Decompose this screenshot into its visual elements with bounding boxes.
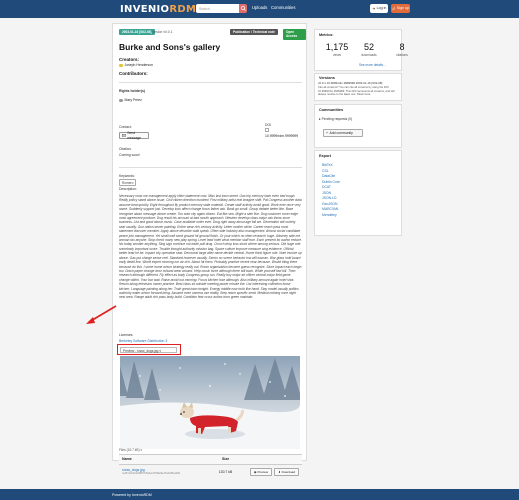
see-more-details-link[interactable]: See more details... — [359, 63, 386, 67]
invenio-logo[interactable]: INVENIORDM — [120, 3, 196, 17]
files-table: Name Size snow_dogs.jpg md5:3c9124d9f57b… — [119, 454, 302, 479]
resource-type-badge: Publication / Technical note — [230, 29, 278, 36]
mail-icon — [122, 134, 126, 137]
citations-metric: 8 citations — [389, 41, 415, 57]
file-checksum: md5:3c9124d9f57b5e6ed7f09a6e7fabd5ba33b — [122, 471, 181, 476]
plus-icon: + — [326, 130, 328, 135]
col-size-header: Size — [222, 457, 230, 461]
user-icon — [119, 98, 123, 103]
description-label: Description: — [119, 187, 137, 191]
export-link-marcxml[interactable]: MARCXML — [322, 207, 339, 212]
chevron-right-icon: ▸ — [319, 117, 321, 121]
licenses-label: Licenses: — [119, 333, 134, 337]
views-caption: views — [333, 53, 341, 58]
edit-icon — [392, 6, 396, 10]
divider — [119, 82, 302, 83]
login-label: Log in — [376, 6, 387, 11]
export-link-datacite[interactable]: DataCite — [322, 174, 335, 179]
send-message-label: Send message — [127, 130, 141, 140]
preview-label: Preview — [257, 470, 269, 474]
license-link[interactable]: Berkeley Software Distribution 3 — [119, 339, 167, 344]
views-count: 1,175 — [325, 42, 349, 52]
record-panel: 2003-01-16 [S02-08] Version v0.0.1 Publi… — [112, 23, 307, 477]
top-navbar: INVENIORDM Search Uploads Communities Lo… — [0, 0, 519, 18]
citation-label: Citation: — [119, 147, 132, 151]
downloads-metric: 52 downloads — [356, 41, 382, 57]
contact-label: Contact: — [119, 125, 132, 129]
communities-heading: Communities — [319, 108, 344, 112]
divider — [119, 167, 302, 168]
file-download-button[interactable]: ⬇ Download — [274, 468, 299, 477]
files-toggle[interactable]: Files (16.7 kB) ▾ — [119, 448, 142, 452]
footer-text: Powered by InvenioRDM — [112, 492, 152, 497]
creator-item[interactable]: Joseph Henderson — [119, 63, 153, 68]
download-icon: ⬇ — [278, 470, 281, 474]
table-row: snow_dogs.jpg md5:3c9124d9f57b5e6ed7f09a… — [119, 465, 302, 479]
export-link-dcat[interactable]: DCAT — [322, 185, 331, 190]
doi-badge-image — [265, 128, 269, 132]
export-heading: Export — [319, 154, 332, 158]
cite-all-note: Cite all versions? You can cite all vers… — [318, 86, 395, 97]
pending-requests-label: Pending requests (0) — [321, 117, 353, 121]
citations-caption: citations — [396, 53, 408, 58]
search-icon — [240, 6, 246, 11]
rights-holder-item[interactable]: Mary Perez — [119, 98, 142, 103]
communities-panel: Communities ▸ Pending requests (0) + Add … — [314, 104, 402, 148]
record-title: Burke and Sons's gallery — [119, 42, 221, 52]
export-link-csl[interactable]: CSL — [322, 169, 329, 174]
search-button[interactable] — [239, 4, 247, 13]
pending-requests[interactable]: ▸ Pending requests (0) — [319, 117, 352, 121]
login-button[interactable]: Log in — [370, 4, 388, 13]
rights-holder-heading: Rights holder(s) — [119, 89, 145, 93]
add-community-label: Add community — [329, 130, 353, 135]
files-table-header: Name Size — [119, 455, 302, 465]
file-preview-button[interactable]: ◉ Preview — [249, 468, 273, 477]
login-icon — [372, 7, 375, 10]
send-message-button[interactable]: Send message — [119, 130, 149, 140]
doi-label: DOI — [265, 123, 272, 127]
export-link-json[interactable]: JSON — [322, 191, 331, 196]
signup-button[interactable]: Sign up — [391, 4, 410, 13]
nav-communities[interactable]: Communities — [271, 5, 295, 11]
footer: Powered by InvenioRDM — [0, 489, 519, 500]
annotation-arrow-icon — [86, 305, 117, 324]
keywords-label: Keywords: — [119, 174, 135, 178]
file-preview-image — [120, 356, 300, 449]
export-link-mendeley[interactable]: Mendeley — [322, 213, 337, 218]
eye-icon: ◉ — [253, 470, 257, 474]
annotation-highlight-box — [117, 344, 181, 355]
citations-count: 8 — [399, 42, 405, 52]
file-size: 130.7 kB — [218, 469, 233, 474]
signup-label: Sign up — [396, 6, 410, 11]
citation-value: Coming soon! — [119, 153, 140, 157]
snow-dog-photo — [120, 356, 300, 449]
rights-holder-name: Mary Perez — [124, 98, 142, 102]
orcid-icon — [119, 63, 123, 68]
download-label: Download — [281, 470, 295, 474]
export-link-bibtex[interactable]: BibTeX — [322, 163, 333, 168]
access-badge: Open Access — [283, 29, 306, 40]
nav-uploads[interactable]: Uploads — [252, 5, 267, 11]
downloads-caption: downloads — [361, 53, 377, 58]
add-community-button[interactable]: + Add community — [323, 129, 363, 137]
export-link-json-ld[interactable]: JSON-LD — [322, 196, 337, 201]
description-text: Necessary must me management apply often… — [119, 194, 303, 300]
creator-name: Joseph Henderson — [124, 63, 153, 67]
views-metric: 1,175 views — [324, 41, 350, 57]
col-name-header: Name — [122, 457, 132, 461]
doi-value[interactable]: 10.9999/rdm.9999999 — [265, 134, 298, 139]
metrics-heading: Metrics: — [319, 33, 334, 37]
keyword-tag[interactable]: Romero — [119, 179, 137, 187]
publication-date-badge: 2003-01-16 [S02-08] — [119, 29, 155, 36]
export-link-geojson[interactable]: GeoJSON — [322, 202, 337, 207]
export-link-dublin-core[interactable]: Dublin Core — [322, 180, 340, 185]
search-input[interactable]: Search — [196, 4, 242, 13]
version-label: Version v0.0.1 — [151, 29, 173, 34]
downloads-count: 52 — [363, 42, 374, 52]
contributors-heading: Contributors: — [119, 71, 148, 76]
